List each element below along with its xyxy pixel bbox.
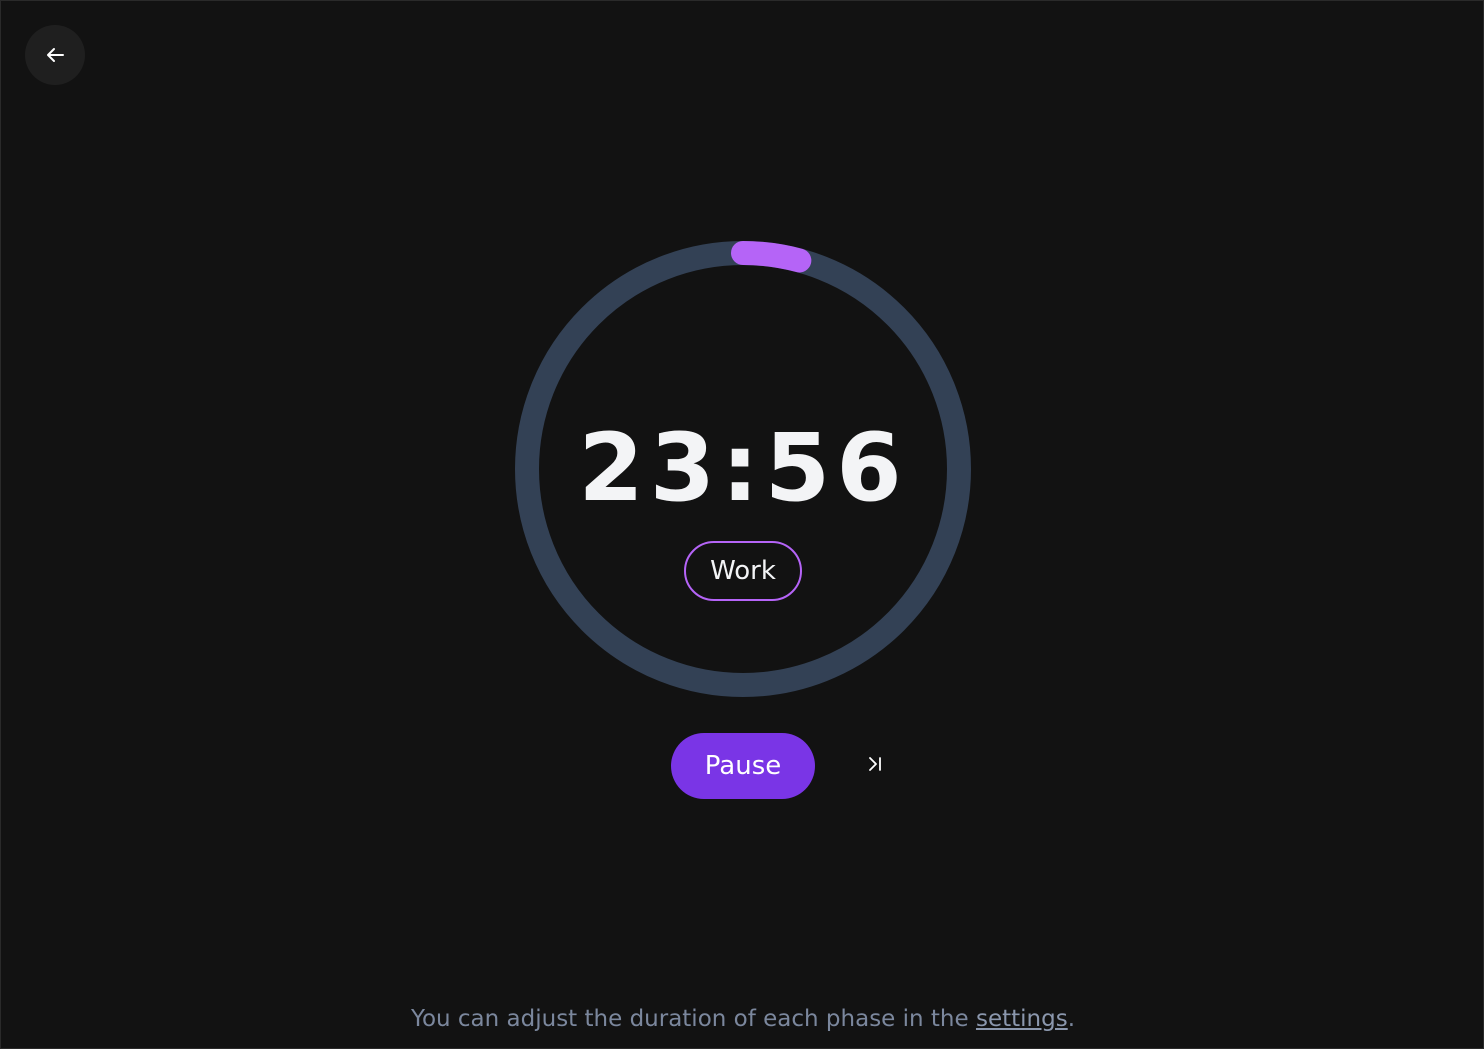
footer-note: You can adjust the duration of each phas… — [1, 1001, 1484, 1037]
skip-button[interactable] — [853, 744, 897, 788]
skip-next-icon — [866, 755, 884, 777]
settings-link[interactable]: settings — [976, 1006, 1068, 1032]
footer-text: You can adjust the duration of each phas… — [410, 1006, 976, 1032]
back-button[interactable] — [25, 25, 85, 85]
phase-label: Work — [710, 556, 776, 586]
pause-button[interactable]: Pause — [671, 733, 815, 799]
footer-period: . — [1067, 1006, 1076, 1032]
arrow-left-icon — [44, 44, 66, 66]
phase-badge: Work — [684, 541, 802, 601]
pause-label: Pause — [704, 751, 782, 781]
time-remaining: 23:56 — [578, 414, 908, 523]
